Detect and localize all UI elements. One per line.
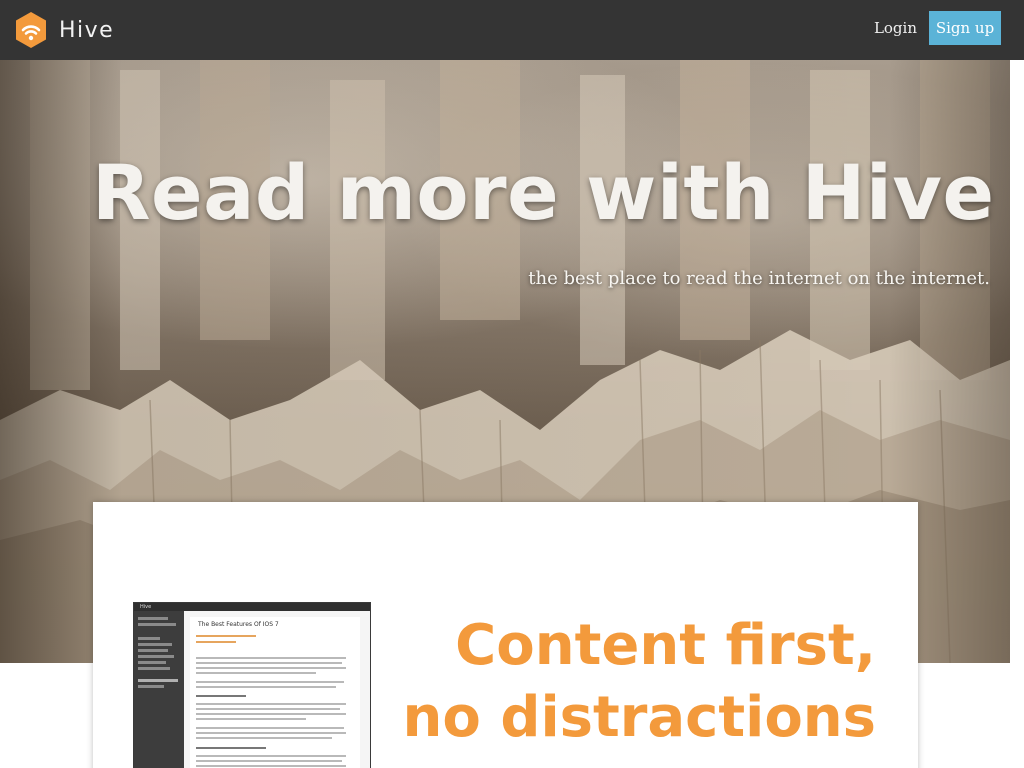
preview-text-line bbox=[196, 747, 266, 749]
preview-text-line bbox=[196, 708, 340, 710]
feature-heading-line-2: no distractions bbox=[402, 685, 876, 750]
preview-sidebar-item bbox=[138, 685, 164, 688]
preview-sidebar bbox=[134, 611, 184, 768]
preview-text-line bbox=[196, 695, 246, 697]
signup-button[interactable]: Sign up bbox=[929, 11, 1001, 45]
preview-sidebar-item bbox=[138, 643, 172, 646]
preview-text-line bbox=[196, 657, 346, 659]
preview-sidebar-item bbox=[138, 679, 178, 682]
hive-logo-icon bbox=[16, 12, 46, 48]
preview-text-line bbox=[196, 732, 346, 734]
preview-sidebar-item bbox=[138, 623, 176, 626]
brand-name: Hive bbox=[59, 17, 115, 43]
preview-text-line bbox=[196, 672, 316, 674]
hero-title: Read more with Hive bbox=[92, 148, 995, 237]
preview-sidebar-item bbox=[138, 617, 168, 620]
preview-text-line bbox=[196, 755, 346, 757]
preview-text-line bbox=[196, 727, 344, 729]
preview-sidebar-item bbox=[138, 667, 170, 670]
preview-article-title: The Best Features Of IOS 7 bbox=[198, 621, 279, 628]
preview-text-line bbox=[196, 641, 236, 643]
preview-text-line bbox=[196, 760, 342, 762]
preview-sidebar-item bbox=[138, 637, 160, 640]
preview-topbar: Hive bbox=[134, 603, 370, 611]
preview-article: The Best Features Of IOS 7 bbox=[190, 617, 360, 768]
top-navigation-bar: Hive Login Sign up bbox=[0, 0, 1024, 60]
brand-home-link[interactable]: Hive bbox=[14, 0, 114, 60]
login-link[interactable]: Login bbox=[874, 19, 917, 37]
hero-subtitle: the best place to read the internet on t… bbox=[528, 268, 990, 289]
preview-text-line bbox=[196, 765, 346, 767]
preview-text-line bbox=[196, 667, 346, 669]
preview-text-line bbox=[196, 703, 346, 705]
preview-app-name: Hive bbox=[140, 604, 152, 610]
preview-text-line bbox=[196, 635, 256, 637]
feature-card: Hive The Best Features Of IOS 7 Content … bbox=[93, 502, 918, 768]
preview-text-line bbox=[196, 718, 306, 720]
preview-text-line bbox=[196, 662, 342, 664]
preview-text-line bbox=[196, 737, 332, 739]
account-actions: Login Sign up bbox=[874, 11, 1001, 45]
feature-heading: Content first, no distractions bbox=[403, 610, 876, 754]
preview-text-line bbox=[196, 681, 344, 683]
preview-sidebar-item bbox=[138, 661, 166, 664]
preview-text-line bbox=[196, 713, 346, 715]
preview-sidebar-item bbox=[138, 655, 174, 658]
preview-text-line bbox=[196, 686, 336, 688]
feature-heading-line-1: Content first, bbox=[455, 613, 876, 678]
app-screenshot-preview: Hive The Best Features Of IOS 7 bbox=[133, 602, 371, 768]
preview-sidebar-item bbox=[138, 649, 168, 652]
